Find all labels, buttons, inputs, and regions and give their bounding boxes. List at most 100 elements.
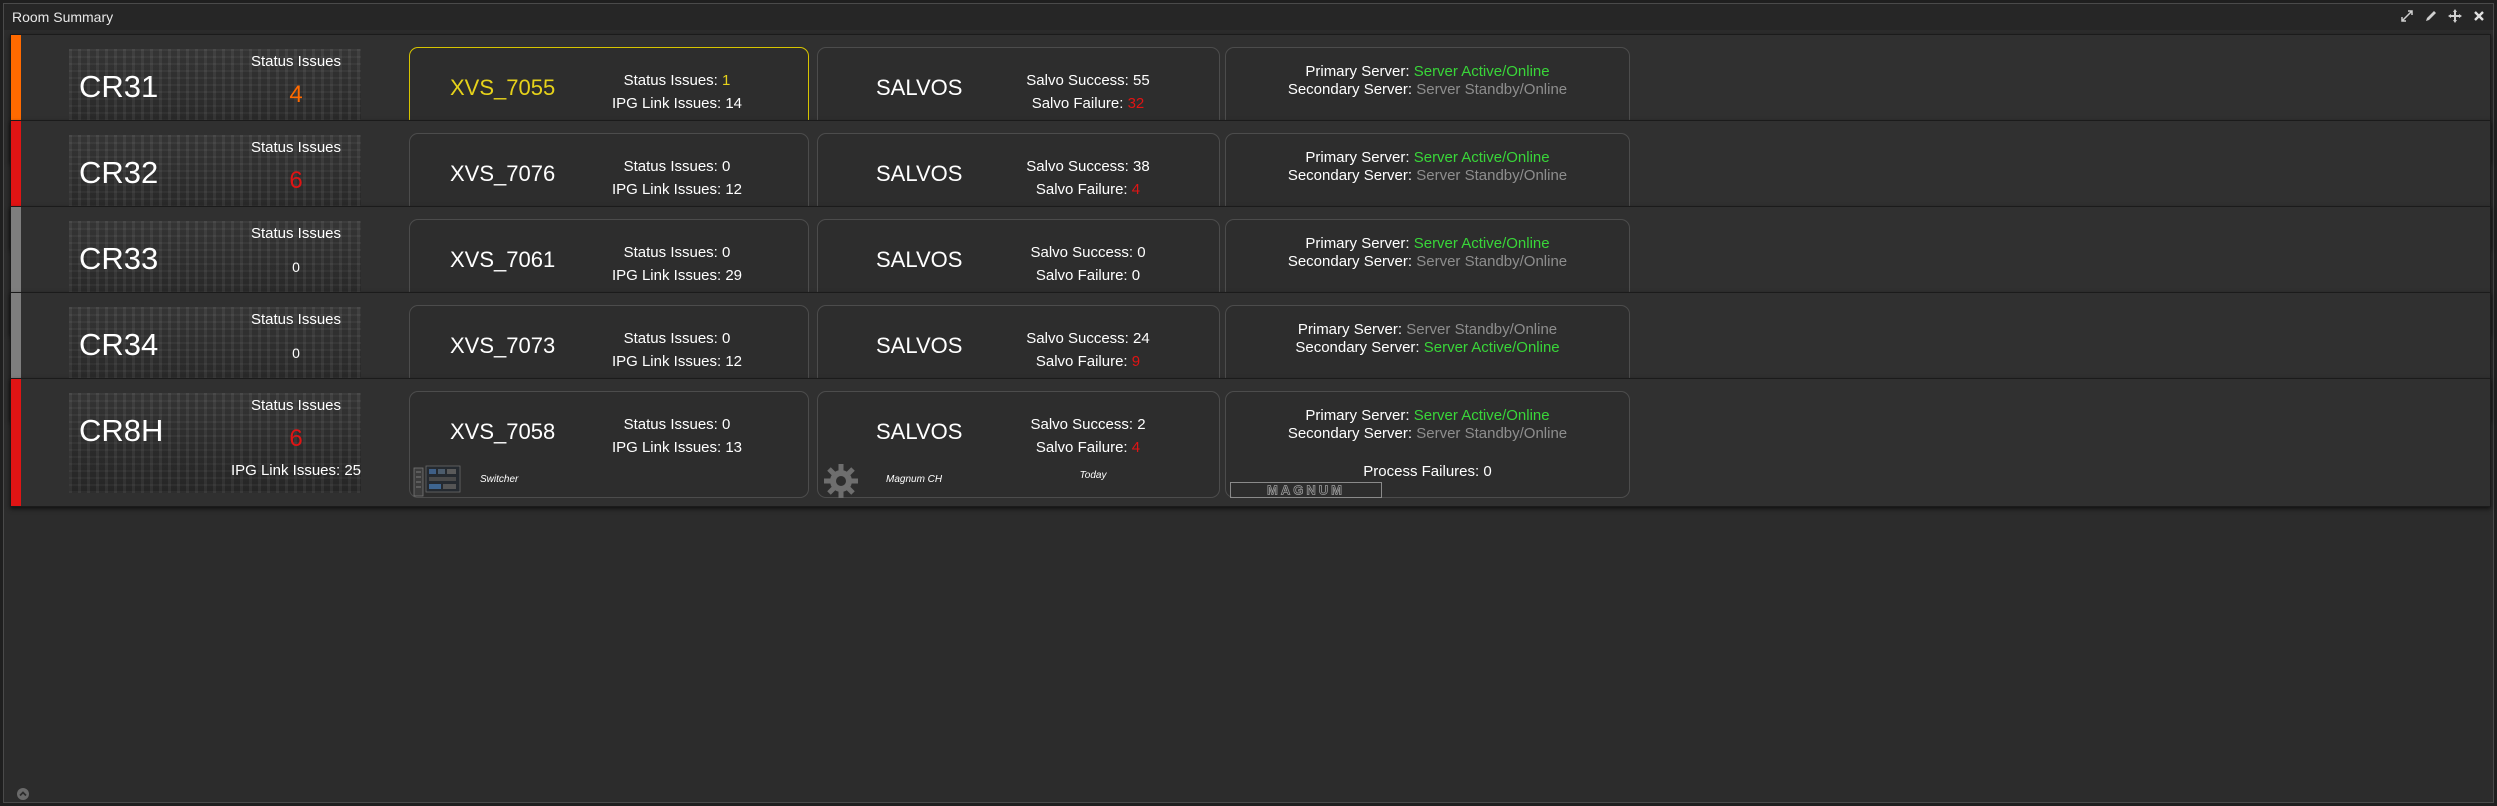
- switcher-status-issues: Status Issues: 0: [602, 330, 752, 347]
- room-status-issues-label: Status Issues: [250, 139, 342, 156]
- room-ipg-label: IPG Link Issues:: [230, 462, 341, 479]
- primary-server-label: Primary Server:: [1305, 63, 1410, 80]
- salvos-title: SALVOS: [876, 247, 963, 272]
- secondary-server: Secondary Server: Server Standby/Online: [1226, 425, 1629, 442]
- room-status-issues-count: 0: [292, 345, 300, 361]
- room-status-accent: [11, 379, 21, 506]
- salvo-failure-value: 9: [1131, 353, 1141, 370]
- room-status-issues-count: 0: [292, 259, 300, 275]
- room-name: CR33: [79, 241, 159, 276]
- primary-server: Primary Server: Server Active/Online: [1226, 235, 1629, 252]
- switcher-status-value: 1: [722, 72, 731, 89]
- window-titlebar: Room Summary: [4, 4, 2493, 30]
- primary-server: Primary Server: Server Standby/Online: [1226, 321, 1629, 338]
- salvo-failure-label: Salvo Failure:: [1035, 267, 1128, 284]
- secondary-server-label: Secondary Server:: [1287, 167, 1413, 184]
- secondary-server-status: Server Standby/Online: [1416, 167, 1568, 184]
- salvos-title: SALVOS: [876, 419, 963, 444]
- switcher-status-value: 0: [722, 330, 731, 347]
- room-status-issues-label: Status Issues: [250, 397, 342, 414]
- switcher-ipg-value: 29: [725, 267, 743, 284]
- switcher-status-value: 0: [722, 158, 731, 175]
- salvo-success-label: Salvo Success:: [1026, 72, 1129, 89]
- salvo-failure-value: 4: [1131, 439, 1141, 456]
- primary-server-label: Primary Server:: [1297, 321, 1403, 338]
- switcher-ipg-value: 12: [725, 181, 743, 198]
- process-failures-label: Process Failures:: [1363, 463, 1480, 480]
- switcher-ipg-link-issues: IPG Link Issues: 14: [602, 95, 752, 112]
- switcher-ipg-link-issues: IPG Link Issues: 13: [602, 439, 752, 456]
- room-status-issues-label: Status Issues: [250, 225, 342, 242]
- switcher-status-label: Status Issues:: [623, 158, 718, 175]
- switcher-status-value: 0: [722, 416, 731, 433]
- secondary-server-status: Server Standby/Online: [1416, 425, 1568, 442]
- move-icon[interactable]: [2447, 8, 2463, 24]
- secondary-server-status: Server Standby/Online: [1416, 81, 1568, 98]
- salvo-success: Salvo Success: 2: [1018, 416, 1158, 433]
- switcher-status-issues: Status Issues: 0: [602, 416, 752, 433]
- salvo-failure-value: 4: [1131, 181, 1141, 198]
- expand-icon[interactable]: [2399, 8, 2415, 24]
- switcher-name: XVS_7055: [450, 75, 556, 100]
- switcher-name: XVS_7058: [450, 419, 556, 444]
- switcher-ipg-value: 12: [725, 353, 743, 370]
- salvo-success-label: Salvo Success:: [1030, 244, 1134, 261]
- switcher-ipg-label: IPG Link Issues:: [611, 267, 722, 284]
- primary-server-status: Server Active/Online: [1413, 63, 1550, 80]
- scroll-to-top-icon[interactable]: [16, 787, 30, 801]
- room-name: CR8H: [79, 413, 164, 448]
- room-summary-window: Room Summary CR31 Status Issues 4 IPG Li…: [3, 3, 2494, 803]
- switcher-status-issues: Status Issues: 1: [602, 72, 752, 89]
- switcher-name: XVS_7061: [450, 247, 556, 272]
- salvo-failure-value: 32: [1127, 95, 1145, 112]
- room-row-cr8h[interactable]: CR8H Status Issues 6 IPG Link Issues: 25…: [10, 378, 2491, 507]
- room-ipg-value: 25: [344, 462, 362, 479]
- primary-server: Primary Server: Server Active/Online: [1226, 149, 1629, 166]
- switcher-status-issues: Status Issues: 0: [602, 158, 752, 175]
- secondary-server-label: Secondary Server:: [1287, 81, 1413, 98]
- switcher-ipg-label: IPG Link Issues:: [611, 95, 722, 112]
- edit-icon[interactable]: [2423, 8, 2439, 24]
- room-status-issues-count: 4: [289, 81, 303, 108]
- salvo-success: Salvo Success: 55: [1018, 72, 1158, 89]
- process-failures: Process Failures: 0: [1226, 463, 1629, 480]
- room-ipg-link-issues: IPG Link Issues: 25: [221, 462, 371, 479]
- salvo-success-value: 0: [1137, 244, 1146, 261]
- salvo-success-value: 24: [1133, 330, 1150, 347]
- salvo-failure: Salvo Failure: 0: [1018, 267, 1158, 284]
- primary-server-status: Server Active/Online: [1413, 235, 1550, 252]
- salvos-panel[interactable]: SALVOS Salvo Success: 2 Salvo Failure: 4: [817, 391, 1220, 498]
- salvos-title: SALVOS: [876, 161, 963, 186]
- switcher-panel[interactable]: XVS_7058 Status Issues: 0 IPG Link Issue…: [409, 391, 809, 498]
- salvo-failure-label: Salvo Failure:: [1035, 439, 1128, 456]
- close-icon[interactable]: [2471, 8, 2487, 24]
- switcher-ipg-label: IPG Link Issues:: [611, 181, 722, 198]
- room-name: CR31: [79, 69, 159, 104]
- secondary-server-status: Server Standby/Online: [1416, 253, 1568, 270]
- room-status-issues-label: Status Issues: [250, 311, 342, 328]
- switcher-ipg-label: IPG Link Issues:: [611, 353, 722, 370]
- switcher-name: XVS_7076: [450, 161, 556, 186]
- magnum-logo: MAGNUM: [1230, 482, 1382, 498]
- switcher-status-label: Status Issues:: [623, 330, 718, 347]
- salvo-success-label: Salvo Success:: [1026, 330, 1129, 347]
- room-status-issues-count: 6: [289, 167, 303, 194]
- salvo-success-value: 55: [1133, 72, 1150, 89]
- today-label: Today: [1079, 470, 1107, 481]
- primary-server: Primary Server: Server Active/Online: [1226, 63, 1629, 80]
- switcher-status-value: 0: [722, 244, 731, 261]
- primary-server-status: Server Active/Online: [1413, 149, 1550, 166]
- secondary-server-label: Secondary Server:: [1287, 425, 1413, 442]
- primary-server-label: Primary Server:: [1305, 149, 1410, 166]
- window-title: Room Summary: [12, 9, 114, 25]
- switcher-status-label: Status Issues:: [623, 416, 718, 433]
- room-name: CR34: [79, 327, 159, 362]
- salvos-title: SALVOS: [876, 333, 963, 358]
- secondary-server-label: Secondary Server:: [1295, 339, 1420, 356]
- secondary-server: Secondary Server: Server Active/Online: [1226, 339, 1629, 356]
- gear-icon: [822, 462, 860, 500]
- secondary-server-status: Server Active/Online: [1423, 339, 1560, 356]
- salvo-success-value: 38: [1133, 158, 1150, 175]
- magnum-panel[interactable]: Primary Server: Server Active/Online Sec…: [1225, 391, 1630, 498]
- secondary-server: Secondary Server: Server Standby/Online: [1226, 167, 1629, 184]
